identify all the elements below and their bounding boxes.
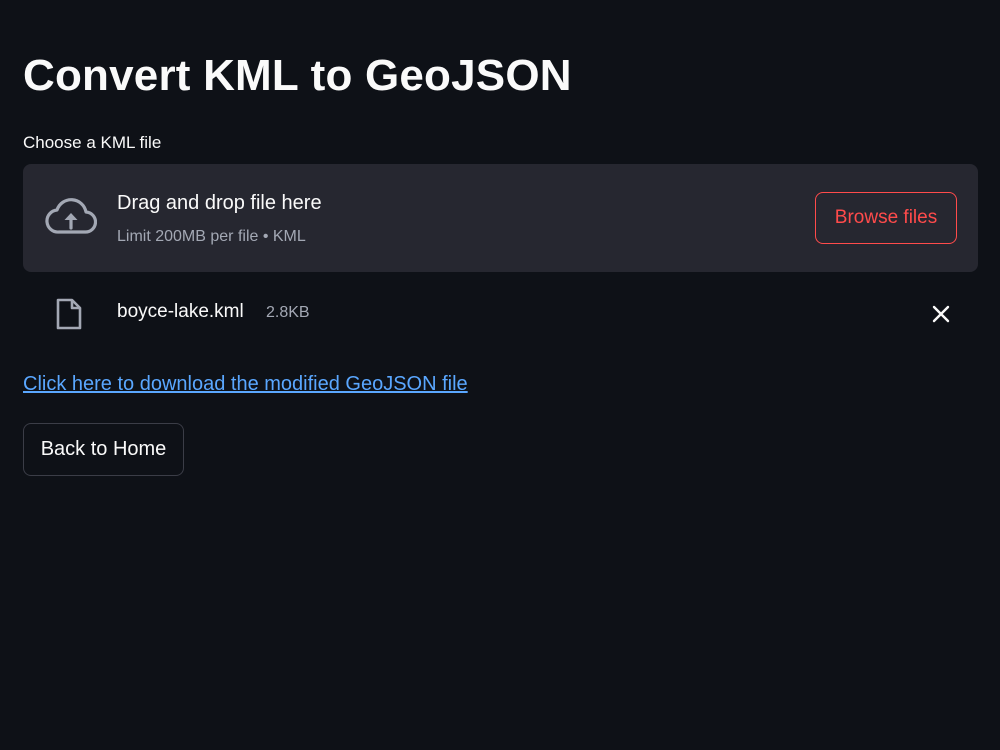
app-page: Convert KML to GeoJSON Choose a KML file…: [0, 0, 1000, 750]
back-to-home-button[interactable]: Back to Home: [23, 423, 184, 476]
uploaded-file-name: boyce-lake.kml: [117, 301, 244, 322]
cloud-upload-icon: [45, 198, 98, 238]
uploader-label: Choose a KML file: [23, 133, 162, 152]
file-dropzone[interactable]: Drag and drop file here Limit 200MB per …: [23, 164, 978, 272]
file-icon: [55, 297, 83, 331]
uploaded-file-size: 2.8KB: [266, 304, 310, 321]
remove-file-button[interactable]: [926, 299, 956, 329]
page-title: Convert KML to GeoJSON: [23, 51, 572, 100]
uploaded-file-row: boyce-lake.kml 2.8KB: [23, 285, 978, 341]
dropzone-limit-text: Limit 200MB per file • KML: [117, 228, 306, 245]
download-geojson-link[interactable]: Click here to download the modified GeoJ…: [23, 373, 468, 396]
close-icon: [926, 305, 956, 332]
browse-files-button[interactable]: Browse files: [815, 192, 957, 244]
dropzone-instructions: Drag and drop file here: [117, 192, 322, 214]
